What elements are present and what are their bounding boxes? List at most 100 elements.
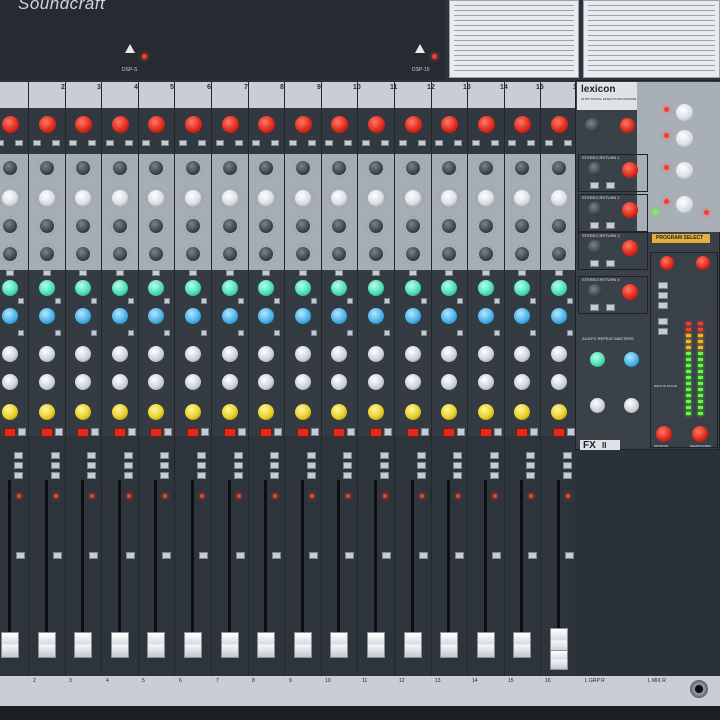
aux-master-knob[interactable] bbox=[590, 398, 605, 413]
program-knob[interactable] bbox=[676, 130, 693, 147]
pan-knob[interactable] bbox=[441, 404, 457, 420]
eq-knob[interactable] bbox=[148, 190, 164, 206]
assign-button[interactable] bbox=[53, 552, 62, 559]
channel-fader[interactable] bbox=[513, 632, 531, 658]
solo-button[interactable] bbox=[530, 428, 538, 436]
gain-knob[interactable] bbox=[39, 116, 56, 133]
pre-button[interactable] bbox=[201, 330, 207, 336]
pre-button[interactable] bbox=[457, 330, 463, 336]
eq-knob[interactable] bbox=[186, 247, 200, 261]
fx-knob[interactable] bbox=[585, 118, 600, 133]
aux-knob[interactable] bbox=[222, 346, 238, 362]
eq-button[interactable] bbox=[518, 270, 526, 276]
eq-knob[interactable] bbox=[406, 161, 420, 175]
eq-button[interactable] bbox=[152, 270, 160, 276]
route-button[interactable] bbox=[563, 472, 572, 479]
route-button[interactable] bbox=[51, 452, 60, 459]
solo-button[interactable] bbox=[18, 428, 26, 436]
aux-knob-green[interactable] bbox=[331, 280, 347, 296]
pre-button[interactable] bbox=[18, 330, 24, 336]
aux-master-knob[interactable] bbox=[624, 352, 639, 367]
return-knob[interactable] bbox=[622, 162, 638, 178]
aux-knob[interactable] bbox=[478, 346, 494, 362]
eq-knob[interactable] bbox=[442, 219, 456, 233]
aux-knob[interactable] bbox=[148, 374, 164, 390]
pre-button[interactable] bbox=[567, 330, 573, 336]
aux-knob-blue[interactable] bbox=[2, 308, 18, 324]
pan-knob[interactable] bbox=[185, 404, 201, 420]
pan-knob[interactable] bbox=[405, 404, 421, 420]
route-button[interactable] bbox=[526, 472, 535, 479]
mute-button[interactable] bbox=[443, 428, 455, 437]
pad-button[interactable] bbox=[0, 140, 4, 146]
route-button[interactable] bbox=[197, 462, 206, 469]
gain-knob[interactable] bbox=[148, 116, 165, 133]
aux-knob[interactable] bbox=[39, 346, 55, 362]
aux-knob-green[interactable] bbox=[478, 280, 494, 296]
eq-knob[interactable] bbox=[296, 161, 310, 175]
aux-knob-blue[interactable] bbox=[222, 308, 238, 324]
pad-button[interactable] bbox=[435, 140, 443, 146]
solo-button[interactable] bbox=[384, 428, 392, 436]
eq-knob[interactable] bbox=[76, 247, 90, 261]
eq-knob[interactable] bbox=[149, 219, 163, 233]
eq-button[interactable] bbox=[445, 270, 453, 276]
aux-master-knob[interactable] bbox=[590, 352, 605, 367]
aux-knob[interactable] bbox=[405, 374, 421, 390]
eq-button[interactable] bbox=[262, 270, 270, 276]
pan-knob[interactable] bbox=[148, 404, 164, 420]
aux-knob[interactable] bbox=[514, 374, 530, 390]
aux-knob-green[interactable] bbox=[2, 280, 18, 296]
mute-button[interactable] bbox=[407, 428, 419, 437]
aux-knob-green[interactable] bbox=[514, 280, 530, 296]
eq-knob[interactable] bbox=[369, 219, 383, 233]
aux-knob-green[interactable] bbox=[222, 280, 238, 296]
headphone-level-knob[interactable] bbox=[692, 426, 708, 442]
eq-knob[interactable] bbox=[113, 161, 127, 175]
eq-knob[interactable] bbox=[332, 219, 346, 233]
monitor-button[interactable] bbox=[658, 328, 668, 335]
phase-button[interactable] bbox=[308, 140, 316, 146]
aux-knob-green[interactable] bbox=[112, 280, 128, 296]
monitor-level-knob[interactable] bbox=[656, 426, 672, 442]
pre-button[interactable] bbox=[91, 330, 97, 336]
route-button[interactable] bbox=[160, 472, 169, 479]
eq-knob[interactable] bbox=[331, 190, 347, 206]
phase-button[interactable] bbox=[381, 140, 389, 146]
eq-knob[interactable] bbox=[479, 219, 493, 233]
mute-button[interactable] bbox=[114, 428, 126, 437]
pre-button[interactable] bbox=[567, 298, 573, 304]
return-knob[interactable] bbox=[588, 202, 602, 216]
eq-button[interactable] bbox=[372, 270, 380, 276]
eq-knob[interactable] bbox=[2, 190, 18, 206]
route-button[interactable] bbox=[14, 462, 23, 469]
mute-button[interactable] bbox=[224, 428, 236, 437]
eq-knob[interactable] bbox=[76, 161, 90, 175]
aux-knob[interactable] bbox=[368, 346, 384, 362]
aux-knob[interactable] bbox=[368, 374, 384, 390]
route-button[interactable] bbox=[343, 462, 352, 469]
pre-button[interactable] bbox=[384, 298, 390, 304]
route-button[interactable] bbox=[490, 472, 499, 479]
gain-knob[interactable] bbox=[185, 116, 202, 133]
channel-fader[interactable] bbox=[294, 632, 312, 658]
channel-fader-lower[interactable] bbox=[550, 650, 568, 670]
route-button[interactable] bbox=[380, 472, 389, 479]
aux-knob[interactable] bbox=[551, 374, 567, 390]
eq-knob[interactable] bbox=[369, 161, 383, 175]
channel-fader[interactable] bbox=[404, 632, 422, 658]
gain-knob[interactable] bbox=[478, 116, 495, 133]
return-button[interactable] bbox=[606, 222, 615, 229]
fx-knob[interactable] bbox=[620, 118, 635, 133]
eq-knob[interactable] bbox=[552, 219, 566, 233]
eq-knob[interactable] bbox=[3, 219, 17, 233]
mute-button[interactable] bbox=[553, 428, 565, 437]
monitor-button[interactable] bbox=[658, 302, 668, 309]
aux-knob-blue[interactable] bbox=[551, 308, 567, 324]
eq-knob[interactable] bbox=[186, 161, 200, 175]
aux-knob-green[interactable] bbox=[441, 280, 457, 296]
aux-knob[interactable] bbox=[75, 374, 91, 390]
aux-knob-blue[interactable] bbox=[441, 308, 457, 324]
pad-button[interactable] bbox=[472, 140, 480, 146]
route-button[interactable] bbox=[526, 452, 535, 459]
